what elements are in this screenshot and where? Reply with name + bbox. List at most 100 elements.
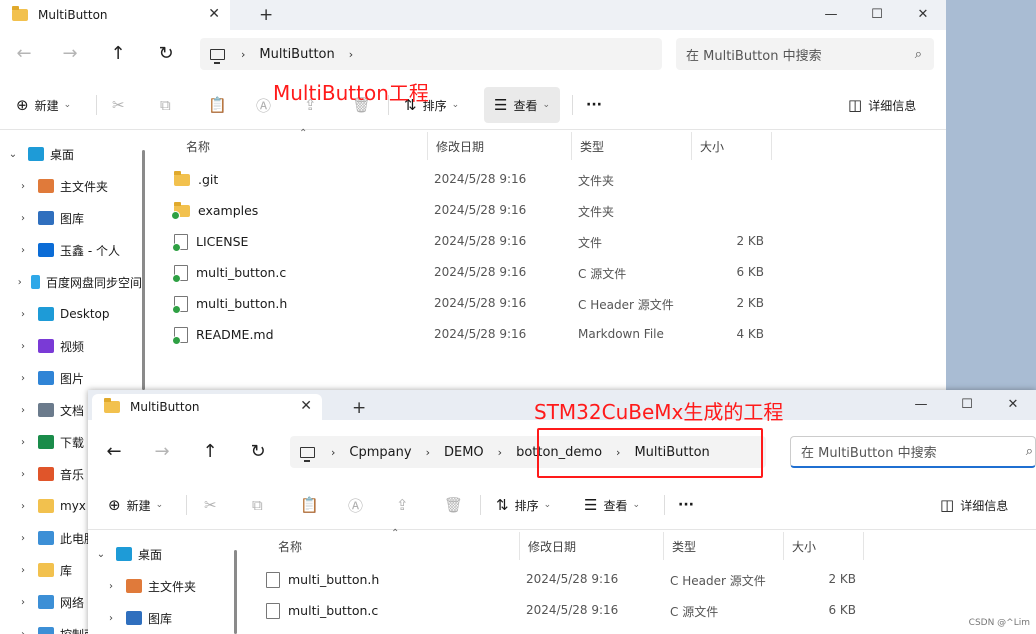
cut-button[interactable]: ✂ — [112, 80, 131, 130]
chevron-right-icon[interactable]: › — [16, 245, 30, 256]
chevron-right-icon[interactable]: › — [16, 373, 30, 384]
breadcrumb-demo[interactable]: DEMO — [444, 445, 484, 460]
copy-icon: ⧉ — [252, 496, 263, 514]
new-tab-button[interactable]: + — [259, 5, 273, 25]
sidebar-item[interactable]: › 图库 — [88, 602, 230, 634]
tab-close-icon[interactable]: ✕ — [208, 6, 220, 22]
column-header-type[interactable]: 类型 — [572, 132, 692, 160]
minimize-button[interactable]: — — [808, 0, 854, 30]
chevron-right-icon[interactable]: › — [426, 446, 430, 459]
close-button[interactable]: ✕ — [900, 0, 946, 30]
tab-multibutton[interactable]: MultiButton ✕ — [92, 394, 322, 420]
chevron-right-icon[interactable]: › — [104, 581, 118, 592]
details-pane-button[interactable]: ◫ 详细信息 — [848, 80, 916, 130]
sidebar-item[interactable]: › 视频 — [0, 330, 142, 362]
sidebar-item[interactable]: › 主文件夹 — [0, 170, 142, 202]
column-header-size[interactable]: 大小 — [692, 132, 772, 160]
search-input[interactable]: 在 MultiButton 中搜索 ⌕ — [676, 38, 934, 70]
paste-button[interactable]: 📋 — [208, 80, 233, 130]
column-header-date[interactable]: 修改日期 — [428, 132, 572, 160]
new-button[interactable]: ⊕ 新建 ⌄ — [108, 480, 163, 530]
search-input[interactable]: 在 MultiButton 中搜索 ⌕ — [790, 436, 1036, 468]
share-button[interactable]: ⇪ — [396, 480, 415, 530]
sort-button[interactable]: ⇅ 排序 ⌄ — [496, 480, 551, 530]
file-name: .git — [198, 172, 219, 187]
chevron-down-icon[interactable]: ⌄ — [6, 149, 20, 160]
column-header-size[interactable]: 大小 — [784, 532, 864, 560]
column-header-type[interactable]: 类型 — [664, 532, 784, 560]
chevron-right-icon[interactable]: › — [16, 341, 30, 352]
minimize-button[interactable]: — — [898, 390, 944, 420]
column-header-name[interactable]: 名称 — [270, 532, 520, 560]
breadcrumb-cpmpany[interactable]: Cpmpany — [349, 445, 411, 460]
command-bar: ⊕ 新建 ⌄ ✂ ⧉ 📋 Ⓐ ⇪ 🗑 ⇅ 排序 ⌄ ☰ 查看 ⌄ ··· ◫ 详… — [88, 480, 1036, 530]
chevron-right-icon[interactable]: › — [16, 405, 30, 416]
sidebar-item[interactable]: › 主文件夹 — [88, 570, 230, 602]
chevron-right-icon[interactable]: › — [16, 597, 30, 608]
cut-button[interactable]: ✂ — [204, 480, 223, 530]
sidebar-item-label: 下载 — [60, 435, 85, 450]
chevron-down-icon: ⌄ — [155, 500, 164, 510]
chevron-right-icon[interactable]: › — [16, 565, 30, 576]
command-bar: ⊕ 新建 ⌄ ✂ ⧉ 📋 Ⓐ ⇪ 🗑 ⇅ 排序 ⌄ ☰ 查看 ⌄ ··· ◫ 详… — [0, 80, 946, 130]
chevron-right-icon[interactable]: › — [104, 613, 118, 624]
more-options-button[interactable]: ··· — [586, 80, 602, 130]
paste-button[interactable]: 📋 — [300, 480, 325, 530]
sidebar-item[interactable]: › 玉鑫 - 个人 — [0, 234, 142, 266]
up-button[interactable]: ↑ — [192, 428, 228, 476]
copy-button[interactable]: ⧉ — [160, 80, 177, 130]
delete-button[interactable]: 🗑 — [444, 480, 469, 530]
details-pane-button[interactable]: ◫ 详细信息 — [940, 480, 1008, 530]
breadcrumb-multibutton[interactable]: MultiButton — [259, 47, 334, 62]
sidebar-item[interactable]: › 图库 — [0, 202, 142, 234]
chevron-right-icon[interactable]: › — [241, 48, 245, 61]
sidebar-item[interactable]: › 百度网盘同步空间 — [0, 266, 142, 298]
refresh-button[interactable]: ↻ — [148, 30, 184, 78]
chevron-down-icon[interactable]: ⌄ — [94, 549, 108, 560]
sidebar-item[interactable]: ⌄ 桌面 — [88, 538, 230, 570]
back-button[interactable]: ← — [6, 30, 42, 78]
clipboard-icon: 📋 — [208, 96, 227, 114]
view-button[interactable]: ☰ 查看 ⌄ — [484, 87, 561, 123]
more-options-button[interactable]: ··· — [678, 480, 694, 530]
chevron-right-icon[interactable]: › — [16, 181, 30, 192]
chevron-right-icon[interactable]: › — [16, 629, 30, 634]
new-button[interactable]: ⊕ 新建 ⌄ — [16, 80, 71, 130]
rename-button[interactable]: Ⓐ — [348, 480, 369, 530]
column-header-date[interactable]: 修改日期 — [520, 532, 664, 560]
chevron-right-icon[interactable]: › — [16, 277, 23, 288]
chevron-right-icon[interactable]: › — [16, 437, 30, 448]
address-bar[interactable]: › MultiButton › — [200, 38, 662, 70]
view-button[interactable]: ☰ 查看 ⌄ — [584, 480, 640, 530]
file-size: 6 KB — [828, 603, 856, 617]
tab-close-icon[interactable]: ✕ — [300, 398, 312, 414]
chevron-right-icon[interactable]: › — [331, 446, 335, 459]
chevron-right-icon[interactable]: › — [349, 48, 353, 61]
chevron-right-icon[interactable]: › — [16, 469, 30, 480]
maximize-button[interactable]: ☐ — [944, 390, 990, 420]
close-button[interactable]: ✕ — [990, 390, 1036, 420]
copy-button[interactable]: ⧉ — [252, 480, 269, 530]
chevron-right-icon[interactable]: › — [16, 309, 30, 320]
details-pane-icon: ◫ — [848, 96, 863, 114]
new-tab-button[interactable]: + — [352, 398, 366, 418]
back-button[interactable]: ← — [96, 428, 132, 476]
view-label: 查看 — [513, 98, 538, 113]
sidebar-item[interactable]: › Desktop — [0, 298, 142, 330]
sidebar-item-icon — [38, 563, 54, 577]
chevron-right-icon[interactable]: › — [16, 533, 30, 544]
chevron-right-icon[interactable]: › — [498, 446, 502, 459]
column-header-name[interactable]: 名称 — [178, 132, 428, 160]
chevron-right-icon[interactable]: › — [16, 213, 30, 224]
refresh-button[interactable]: ↻ — [240, 428, 276, 476]
forward-button[interactable]: → — [52, 30, 88, 78]
sidebar-item[interactable]: ⌄ 桌面 — [0, 138, 142, 170]
forward-button[interactable]: → — [144, 428, 180, 476]
chevron-down-icon: ⌄ — [63, 100, 72, 110]
up-button[interactable]: ↑ — [100, 30, 136, 78]
sidebar-scrollbar[interactable] — [234, 550, 237, 634]
maximize-button[interactable]: ☐ — [854, 0, 900, 30]
sidebar-scrollbar[interactable] — [142, 150, 145, 390]
tab-multibutton[interactable]: MultiButton ✕ — [0, 0, 230, 30]
chevron-right-icon[interactable]: › — [16, 501, 30, 512]
